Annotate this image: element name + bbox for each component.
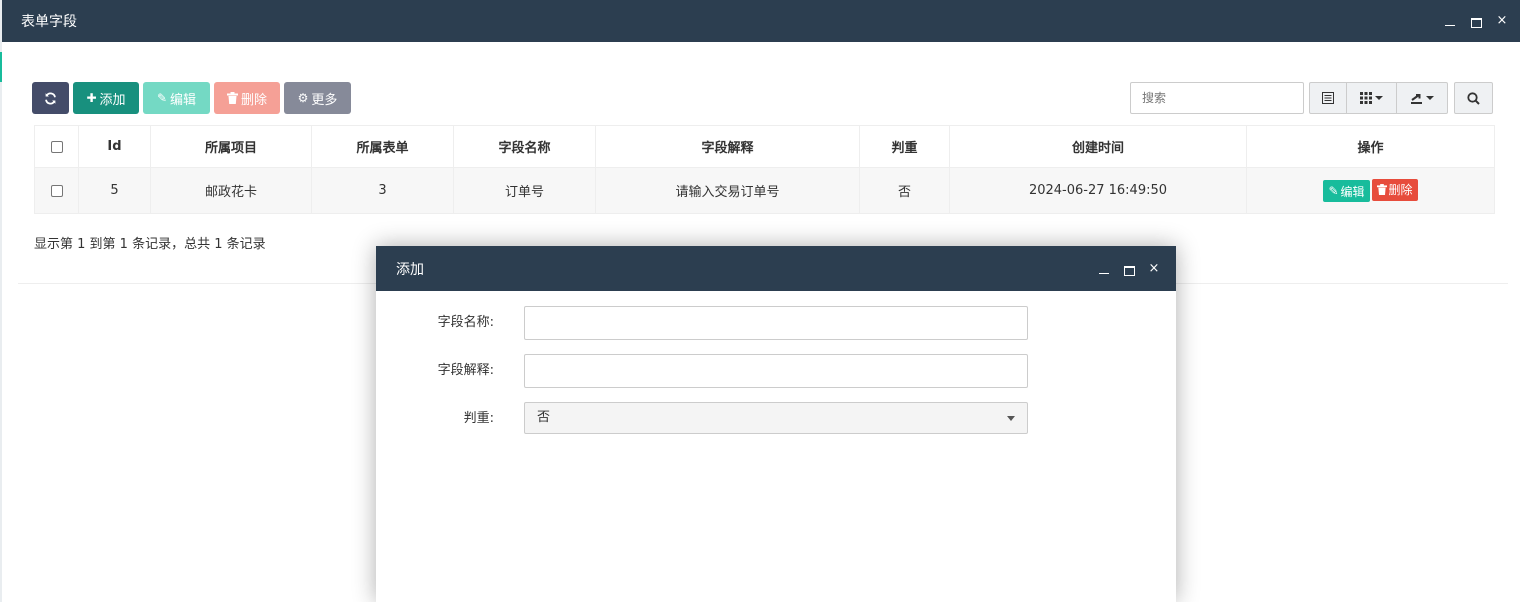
cell-field-name: 订单号: [453, 167, 596, 214]
pagination-info: 显示第 1 到第 1 条记录，总共 1 条记录: [34, 237, 266, 252]
column-header[interactable]: Id: [78, 125, 151, 168]
more-button[interactable]: ⚙ 更多: [284, 82, 351, 114]
add-button[interactable]: ✚ 添加: [73, 82, 139, 114]
add-modal: 添加 × 字段名称: 字段解释: 判重: 否: [376, 246, 1176, 602]
chevron-down-icon: [1426, 96, 1434, 100]
field-name-input[interactable]: [524, 306, 1028, 340]
row-select-cell: [34, 167, 79, 214]
column-header[interactable]: 所属表单: [311, 125, 454, 168]
window-controls: ×: [1444, 0, 1508, 42]
search-input[interactable]: [1130, 82, 1304, 114]
gear-icon: ⚙: [297, 91, 309, 105]
dedupe-label: 判重:: [463, 411, 494, 426]
row-edit-button[interactable]: ✎ 编辑: [1323, 180, 1370, 203]
add-button-label: 添加: [99, 92, 126, 108]
column-header[interactable]: 字段解释: [595, 125, 860, 168]
cell-field-desc: 请输入交易订单号: [595, 167, 860, 214]
cell-created: 2024-06-27 16:49:50: [949, 167, 1247, 214]
refresh-icon: [45, 92, 56, 104]
more-button-label: 更多: [311, 92, 338, 108]
row-delete-label: 删除: [1388, 183, 1413, 198]
maximize-icon[interactable]: [1123, 263, 1135, 276]
pencil-icon: ✎: [1328, 184, 1339, 199]
maximize-icon[interactable]: [1470, 15, 1482, 28]
field-desc-input[interactable]: [524, 354, 1028, 388]
plus-icon: ✚: [86, 91, 97, 105]
grid-icon: [1360, 92, 1372, 104]
column-header[interactable]: 判重: [859, 125, 950, 168]
cell-id: 5: [78, 167, 151, 214]
select-all-checkbox[interactable]: [50, 140, 63, 153]
dedupe-select-value: 否: [537, 410, 551, 425]
minimize-icon[interactable]: [1444, 15, 1456, 27]
cell-actions: ✎ 编辑 删除: [1246, 167, 1495, 214]
column-header: 操作: [1246, 125, 1495, 168]
modal-title: 添加: [396, 261, 424, 278]
edit-button-label: 编辑: [170, 92, 197, 108]
form-row-field-name: 字段名称:: [376, 306, 1176, 340]
minimize-icon[interactable]: [1098, 263, 1110, 275]
cell-project: 邮政花卡: [150, 167, 312, 214]
toolbar: ✚ 添加 ✎ 编辑 删除 ⚙ 更多: [32, 82, 351, 114]
close-icon[interactable]: ×: [1148, 262, 1160, 275]
export-icon: [1411, 94, 1422, 104]
trash-icon: [226, 92, 238, 104]
data-table: Id 所属项目 所属表单 字段名称 字段解释 判重 创建时间 操作 5 邮政花卡…: [34, 125, 1495, 214]
form-row-dedupe: 判重: 否: [376, 402, 1176, 436]
field-desc-label: 字段解释:: [437, 363, 494, 378]
view-button-group: [1309, 82, 1448, 114]
search-button[interactable]: [1454, 82, 1493, 114]
row-edit-label: 编辑: [1340, 184, 1365, 199]
list-view-icon: [1322, 92, 1334, 104]
window-title: 表单字段: [21, 14, 77, 30]
close-icon[interactable]: ×: [1496, 14, 1508, 27]
column-header[interactable]: 创建时间: [949, 125, 1247, 168]
field-name-label: 字段名称:: [437, 315, 494, 330]
toggle-view-button[interactable]: [1309, 82, 1347, 114]
form-row-field-desc: 字段解释:: [376, 354, 1176, 388]
chevron-down-icon: [1007, 416, 1015, 421]
delete-button-label: 删除: [240, 92, 267, 108]
chevron-down-icon: [1375, 96, 1383, 100]
trash-icon: [1376, 184, 1387, 196]
row-checkbox[interactable]: [50, 184, 63, 197]
outer-titlebar: 表单字段 ×: [2, 0, 1520, 42]
row-delete-button[interactable]: 删除: [1371, 178, 1418, 201]
pencil-icon: ✎: [156, 91, 168, 105]
modal-controls: ×: [1098, 246, 1160, 291]
refresh-button[interactable]: [32, 82, 69, 114]
column-header[interactable]: 字段名称: [453, 125, 596, 168]
table-row[interactable]: 5 邮政花卡 3 订单号 请输入交易订单号 否 2024-06-27 16:49…: [34, 167, 1495, 214]
columns-button[interactable]: [1347, 82, 1397, 114]
export-button[interactable]: [1397, 82, 1448, 114]
search-icon: [1467, 91, 1480, 105]
select-all-cell: [34, 125, 79, 168]
dedupe-select[interactable]: 否: [524, 402, 1028, 434]
table-header-row: Id 所属项目 所属表单 字段名称 字段解释 判重 创建时间 操作: [34, 125, 1495, 168]
cell-form: 3: [311, 167, 454, 214]
modal-titlebar[interactable]: 添加 ×: [376, 246, 1176, 291]
delete-button[interactable]: 删除: [214, 82, 280, 114]
edit-button[interactable]: ✎ 编辑: [143, 82, 210, 114]
cell-dedupe: 否: [859, 167, 950, 214]
search-area: [1130, 82, 1493, 114]
column-header[interactable]: 所属项目: [150, 125, 312, 168]
